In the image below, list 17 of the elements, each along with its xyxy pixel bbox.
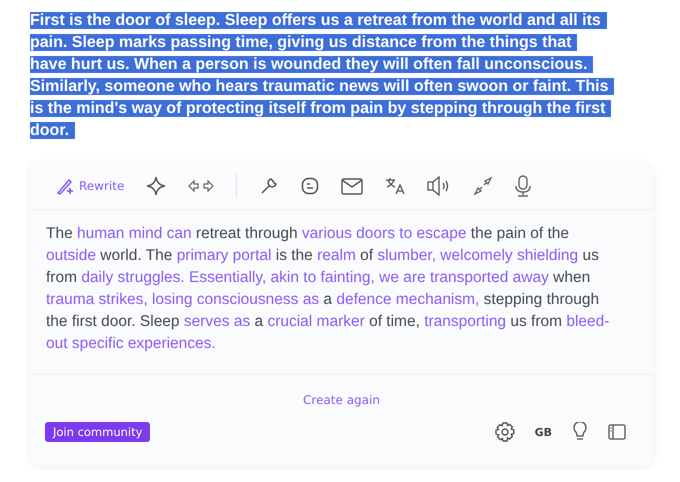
blog-icon[interactable]: [301, 177, 320, 195]
sparkle-icon[interactable]: [146, 176, 166, 196]
create-again-link[interactable]: Create again: [303, 393, 380, 407]
magic-wand-icon: [56, 176, 76, 196]
microphone-icon[interactable]: [515, 175, 532, 197]
join-community-button[interactable]: Join community: [45, 422, 150, 442]
language-selector[interactable]: GB: [534, 426, 552, 438]
mail-icon[interactable]: [341, 178, 364, 194]
rewritten-paragraph: The human mind can retreat through various doors to escape the pain of the outside world. The primary portal is the realm of slumber, welcomely shielding us from daily struggles. Essentially, akin to fainting, we are transported away when trauma strikes, losing consciousness as a defence mechanism, stepping through the first door. Sleep serves as a crucial marker of time, transporting us from bleed-out specific experiences.: [45, 224, 610, 354]
rewrite-button[interactable]: Rewrite: [56, 176, 124, 196]
translate-icon[interactable]: [385, 177, 406, 195]
selected-text: First is the door of sleep. Sleep offers us a retreat from the world and all its pain. Sleep marks passing time, giving us distance from the things that have hurt us. When a person is wounded they will often fall unconscious. Similarly, someone who hears traumatic news will often swoon or faint. This is the mind's way of protecting itself from pain by stepping through the first door.: [30, 10, 614, 142]
left-right-arrows-icon[interactable]: [188, 179, 214, 193]
settings-icon[interactable]: [494, 422, 515, 442]
lightbulb-icon[interactable]: [572, 422, 588, 442]
sidebar-icon[interactable]: [608, 424, 626, 440]
expand-arrows-icon[interactable]: [473, 176, 494, 196]
